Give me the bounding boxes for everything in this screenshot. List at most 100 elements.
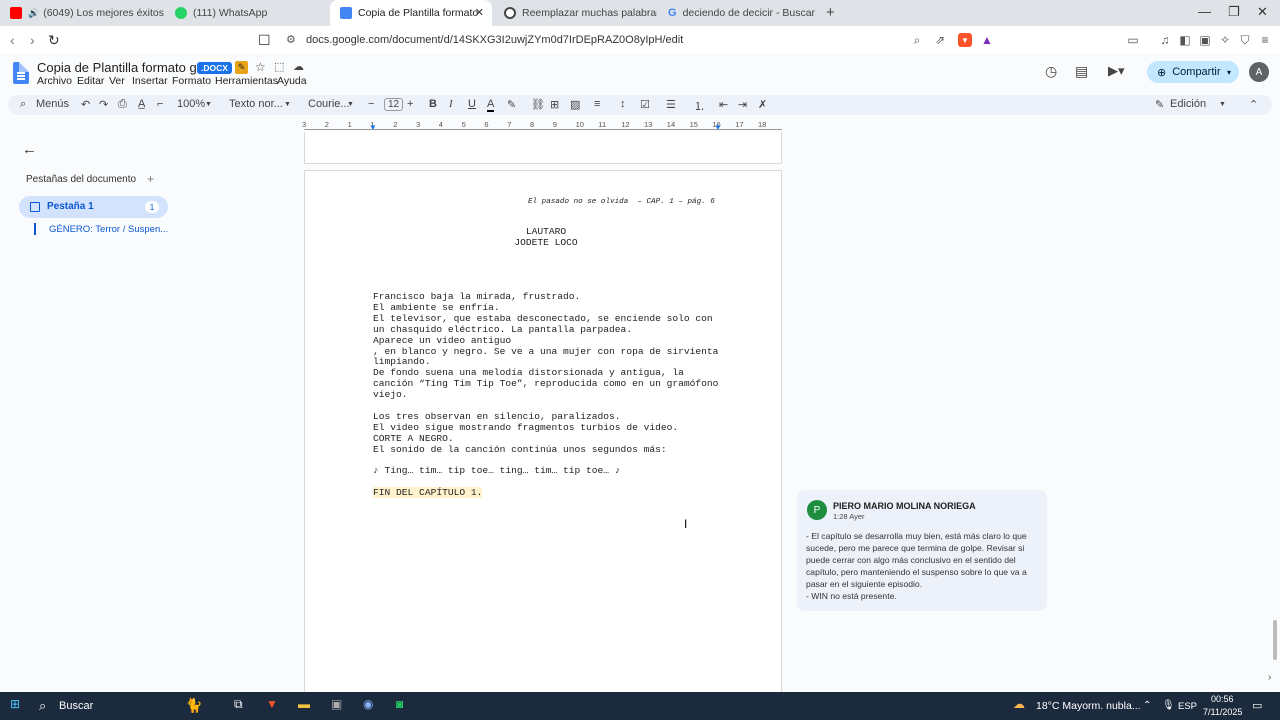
close-window-icon[interactable]: ✕ <box>1257 4 1268 20</box>
edit-mode-select[interactable]: Edición <box>1170 98 1206 110</box>
close-outline-icon[interactable]: ← <box>22 141 37 158</box>
star-icon[interactable]: ☆ <box>255 60 266 74</box>
document-title[interactable]: Copia de Plantilla formato guion <box>37 60 221 75</box>
close-tab-icon[interactable]: ✕ <box>475 6 484 19</box>
zoom-select[interactable]: 100% <box>177 98 205 110</box>
share-button[interactable]: ⊕ Compartir ▾ <box>1147 61 1239 83</box>
new-tab-icon[interactable]: + <box>826 4 835 21</box>
comments-icon[interactable]: ▤ <box>1075 63 1088 80</box>
text-color-icon[interactable]: A <box>487 98 495 112</box>
bookmark-icon[interactable]: ☐ <box>258 32 271 49</box>
menu-editar[interactable]: Editar <box>77 75 104 87</box>
paint-format-icon[interactable]: ⌐ <box>157 98 163 110</box>
add-tab-icon[interactable]: + <box>147 172 154 186</box>
reload-icon[interactable]: ↻ <box>48 32 60 49</box>
underline-icon[interactable]: U <box>468 98 476 110</box>
share-page-icon[interactable]: ⇗ <box>933 33 947 47</box>
align-icon[interactable]: ≡ <box>594 98 600 110</box>
forward-icon[interactable]: › <box>30 32 35 48</box>
style-select[interactable]: Texto nor... <box>229 98 283 110</box>
sidebar-tab-1[interactable]: Pestaña 1 1 <box>19 196 168 218</box>
menu-formato[interactable]: Formato <box>172 75 211 87</box>
checklist-icon[interactable]: ☑ <box>640 98 650 111</box>
history-icon[interactable]: ◷ <box>1045 63 1057 80</box>
sidebar-icon[interactable]: ◧ <box>1178 33 1192 47</box>
cloud-status-icon[interactable]: ☁ <box>293 60 304 73</box>
scrollbar[interactable] <box>1273 620 1277 660</box>
link-icon[interactable]: ⛓ <box>531 98 545 111</box>
menu-ayuda[interactable]: Ayuda <box>277 75 307 87</box>
weather-text[interactable]: 18°C Mayorm. nubla... <box>1036 700 1141 712</box>
brave-rewards-icon[interactable]: ▲ <box>980 33 994 47</box>
browser-tab-youtube[interactable]: 🔊 (6049) Los mejores éxitos de Gus <box>0 0 165 26</box>
decrease-font-icon[interactable]: − <box>368 98 374 110</box>
collapse-toolbar-icon[interactable]: ⌃ <box>1249 98 1258 111</box>
brave-taskbar-icon[interactable]: ▼ <box>266 697 278 711</box>
comment-icon[interactable]: ⊞ <box>550 98 559 111</box>
font-select[interactable]: Courie... <box>308 98 350 110</box>
url-input[interactable]: ⚙ docs.google.com/document/d/14SKXG3I2uw… <box>280 30 1000 51</box>
browser-tab-docs[interactable]: Copia de Plantilla formato guion ✕ <box>330 0 492 26</box>
discord-taskbar-icon[interactable]: ◉ <box>363 697 373 711</box>
search-menus-label[interactable]: Menús <box>36 98 69 110</box>
microphone-icon[interactable]: 🎙 <box>1162 700 1175 711</box>
minimize-icon[interactable]: — <box>1198 4 1211 19</box>
bold-icon[interactable]: B <box>429 98 437 110</box>
maximize-icon[interactable]: ❐ <box>1228 4 1240 20</box>
right-indent-marker-icon[interactable]: ▼ <box>714 123 722 132</box>
vpn-icon[interactable]: ⛉ <box>1238 33 1252 47</box>
highlight-icon[interactable]: ✎ <box>507 98 516 111</box>
browser-menu-icon[interactable]: ≡ <box>1258 33 1272 47</box>
extension-icon[interactable]: ✎ <box>235 61 248 74</box>
bullet-list-icon[interactable]: ☰ <box>666 98 676 111</box>
clear-format-icon[interactable]: ✗ <box>758 98 767 111</box>
meet-icon[interactable]: ▶▾ <box>1108 63 1125 79</box>
menu-archivo[interactable]: Archivo <box>37 75 72 87</box>
tray-chevron-icon[interactable]: ⌃ <box>1143 700 1151 711</box>
increase-indent-icon[interactable]: ⇥ <box>738 98 747 111</box>
outline-item[interactable]: GÉNERO: Terror / Suspen... <box>49 224 168 235</box>
site-info-icon[interactable]: ⚙ <box>286 30 296 51</box>
numbered-list-icon[interactable]: ⒈ <box>694 98 705 114</box>
app-taskbar-icon[interactable]: ▣ <box>331 697 342 711</box>
file-explorer-icon[interactable]: ▬ <box>298 697 310 711</box>
browser-tab-google[interactable]: G deciendo de decicir - Buscar con Go <box>658 0 820 26</box>
windows-start-icon[interactable]: ⊞ <box>10 697 20 711</box>
browser-tab-whatsapp[interactable]: (111) WhatsApp <box>165 0 330 26</box>
docs-logo-icon[interactable] <box>13 62 29 84</box>
spellcheck-icon[interactable]: A̲ <box>138 98 145 110</box>
print-icon[interactable]: ⎙ <box>118 98 127 111</box>
notifications-icon[interactable]: ▭ <box>1252 699 1262 712</box>
avatar[interactable]: A <box>1249 62 1269 82</box>
font-size-input[interactable]: 12 <box>384 98 404 111</box>
left-indent-marker-icon[interactable]: ▼ <box>369 123 377 132</box>
menu-ver[interactable]: Ver <box>109 75 125 87</box>
browser-tab-chatgpt[interactable]: Reemplazar muchas palabras <box>494 0 657 26</box>
reader-icon[interactable]: ▭ <box>1126 33 1140 47</box>
image-icon[interactable]: ▨ <box>570 98 580 111</box>
wallet-icon[interactable]: ▣ <box>1198 33 1212 47</box>
language-indicator[interactable]: ESP <box>1178 701 1197 712</box>
search-menus-icon[interactable]: ⌕ <box>20 98 26 111</box>
clock-time[interactable]: 00:56 <box>1211 694 1234 704</box>
line-spacing-icon[interactable]: ↕ <box>620 98 626 110</box>
increase-font-icon[interactable]: + <box>407 98 413 110</box>
brave-shield-icon[interactable]: ▼ <box>958 33 972 47</box>
menu-herramientas[interactable]: Herramientas <box>215 75 278 87</box>
music-icon[interactable]: ♫ <box>1158 33 1172 47</box>
task-view-icon[interactable]: ⧉ <box>234 697 243 712</box>
ruler-tick-label: 12 <box>621 120 630 129</box>
zoom-icon[interactable]: ⌕ <box>910 33 924 47</box>
decrease-indent-icon[interactable]: ⇤ <box>719 98 728 111</box>
italic-icon[interactable]: I <box>449 98 453 110</box>
move-icon[interactable]: ⬚ <box>274 60 284 73</box>
edit-mode-icon[interactable]: ✎ <box>1155 98 1164 111</box>
explore-icon[interactable]: › <box>1268 672 1271 683</box>
menu-insertar[interactable]: Insertar <box>132 75 168 87</box>
leo-icon[interactable]: ✧ <box>1218 33 1232 47</box>
back-icon[interactable]: ‹ <box>10 32 15 48</box>
whatsapp-taskbar-icon[interactable]: ◙ <box>396 697 403 711</box>
undo-icon[interactable]: ↶ <box>81 98 90 111</box>
clock-date[interactable]: 7/11/2025 <box>1203 707 1242 717</box>
redo-icon[interactable]: ↷ <box>99 98 108 111</box>
